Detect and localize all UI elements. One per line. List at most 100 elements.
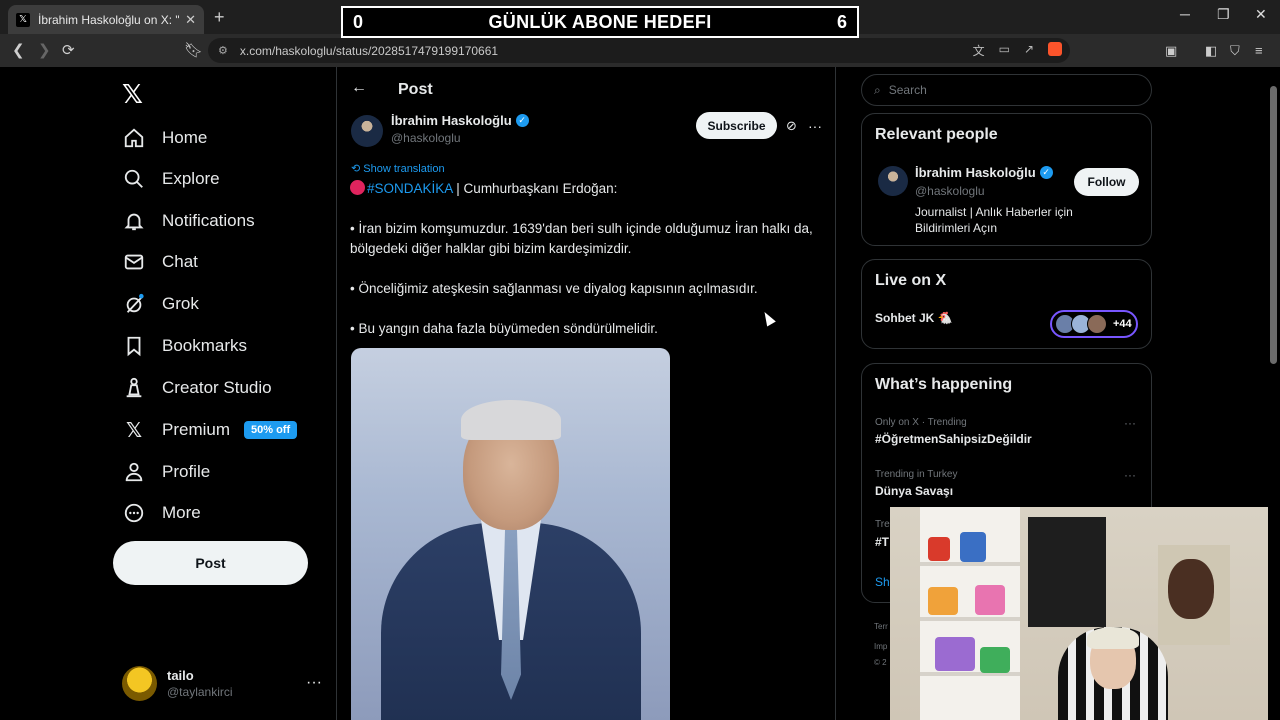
new-tab-icon[interactable]: + [214,7,225,28]
x-logo-icon[interactable]: 𝕏 [122,79,143,110]
relevant-name[interactable]: İbrahim Haskoloğlu [915,165,1036,180]
post-author[interactable]: İbrahim Haskoloğlu ✓ @haskologlu [351,113,529,147]
forward-icon[interactable]: ❯ [38,41,51,59]
page-title: Post [398,81,433,98]
bookmark-page-icon[interactable]: 🔖︎ [184,41,203,59]
nav-label: Chat [162,252,198,271]
more-circle-icon [122,501,146,525]
share-icon[interactable]: ↗ [1024,42,1034,59]
webcam-poster [1028,517,1106,627]
trend-item[interactable]: #ÖğretmenSahipsizDeğildir [875,432,1032,446]
webcam-person-hair [1087,627,1139,649]
nav-chat[interactable]: Chat [122,247,198,277]
nav-premium[interactable]: 𝕏 Premium 50% off [122,415,298,445]
show-translation-link[interactable]: ⟲ Show translation [351,162,445,175]
back-arrow-icon[interactable]: ← [351,79,367,97]
reload-icon[interactable]: ⟳ [62,41,75,59]
relevant-bio: Journalist | Anlık Haberler için Bildiri… [915,205,1073,235]
x-icon: 𝕏 [125,419,143,442]
nav-label: Creator Studio [162,378,272,397]
x-favicon-icon: 𝕏 [16,12,30,27]
close-tab-icon[interactable]: ✕ [185,12,196,28]
nav-grok[interactable]: Grok [122,289,199,319]
subscribe-button[interactable]: Subscribe [696,112,777,139]
compose-post-button[interactable]: Post [113,541,308,585]
mail-icon [122,250,146,274]
photo-hair [461,400,561,440]
post-bullet-3: • Bu yangın daha fazla büyümeden söndürü… [350,321,658,336]
sidebar-icon[interactable]: ◧ [1205,43,1217,59]
headline-text: | Cumhurbaşkanı Erdoğan: [452,181,618,196]
cast-icon[interactable]: ▭ [999,42,1010,59]
nav-creator-studio[interactable]: Creator Studio [122,373,272,403]
brave-shield-icon[interactable] [1048,42,1062,56]
more-dots-icon[interactable]: ··· [306,674,322,692]
author-name[interactable]: İbrahim Haskoloğlu [391,113,512,128]
vpn-icon[interactable]: ⛉ [1230,43,1240,59]
window-close-icon[interactable]: ✕ [1255,6,1267,23]
bell-icon [122,209,146,233]
search-input[interactable]: ⌕ Search [861,74,1152,106]
live-participants[interactable]: +44 [1050,310,1138,338]
author-handle[interactable]: @haskologlu [391,131,529,145]
footer-link[interactable]: Terr [874,622,888,631]
browser-tab[interactable]: 𝕏 İbrahim Haskoloğlu on X: "🔴#S ✕ [8,5,204,34]
address-bar[interactable]: ⚙ x.com/haskologlu/status/20285174791991… [208,38,1070,63]
more-dots-icon[interactable]: ··· [1124,416,1136,430]
grok-icon [122,292,146,316]
creator-icon [122,376,146,400]
bookmark-icon [122,334,146,358]
nav-notifications[interactable]: Notifications [122,206,255,236]
back-icon[interactable]: ❮ [12,41,25,59]
live-room-title[interactable]: Sohbet JK 🐔 [875,311,953,325]
verified-icon: ✓ [515,114,529,127]
nav-bookmarks[interactable]: Bookmarks [122,331,247,361]
card-title: Live on X [875,272,947,289]
nav-label: Explore [162,169,220,188]
account-switcher[interactable]: tailo @taylankirci ··· [122,663,322,703]
search-icon [122,167,146,191]
tab-title: İbrahim Haskoloğlu on X: "🔴#S [38,12,179,27]
nav-more[interactable]: More [122,498,201,528]
goal-current: 0 [353,11,364,32]
page-scrollbar[interactable] [1270,86,1277,364]
site-info-icon[interactable]: ⚙ [218,44,228,57]
search-placeholder: Search [888,83,927,97]
nav-label: Premium [162,420,231,439]
avatar[interactable] [351,115,383,147]
red-circle-icon [350,180,365,195]
relevant-handle[interactable]: @haskologlu [915,184,985,198]
screenshot-icon[interactable]: ▣ [1165,43,1177,59]
show-more-link[interactable]: Sh [875,575,890,589]
relevant-people-card: Relevant people İbrahim Haskoloğlu ✓ @ha… [861,113,1152,246]
url-text[interactable]: x.com/haskologlu/status/2028517479199170… [240,44,973,58]
post-image[interactable] [351,348,670,720]
nav-label: Home [162,128,208,147]
nav-home[interactable]: Home [122,123,207,153]
trend-item[interactable]: Dünya Savaşı [875,484,953,498]
trend-item[interactable]: #T [875,535,889,549]
menu-icon[interactable]: ≡ [1255,43,1263,58]
card-title: Relevant people [875,126,998,143]
more-dots-icon[interactable]: ··· [1124,468,1136,482]
account-handle: @taylankirci [167,684,233,699]
nav-label: Profile [162,462,211,481]
home-icon [122,126,146,150]
maximize-icon[interactable]: ❐ [1217,6,1230,23]
avatar[interactable] [878,166,908,196]
translate-icon[interactable]: 文 [973,42,985,59]
follow-button[interactable]: Follow [1074,168,1139,196]
more-dots-icon[interactable]: ··· [808,118,822,134]
trend-meta: Tre [875,519,890,530]
hashtag-link[interactable]: #SONDAKİKA [367,181,453,196]
nav-profile[interactable]: Profile [122,457,210,487]
minimize-icon[interactable]: ─ [1180,6,1190,22]
goal-title: GÜNLÜK ABONE HEDEFI [488,11,712,32]
nav-explore[interactable]: Explore [122,164,220,194]
left-navigation: 𝕏 Home Explore Notifications Chat Grok B… [110,67,336,720]
grok-icon[interactable]: ⊘ [786,118,797,134]
account-name: tailo [167,667,194,683]
search-icon: ⌕ [874,82,881,97]
avatar [122,665,157,701]
footer-link[interactable]: Imp [874,642,887,651]
